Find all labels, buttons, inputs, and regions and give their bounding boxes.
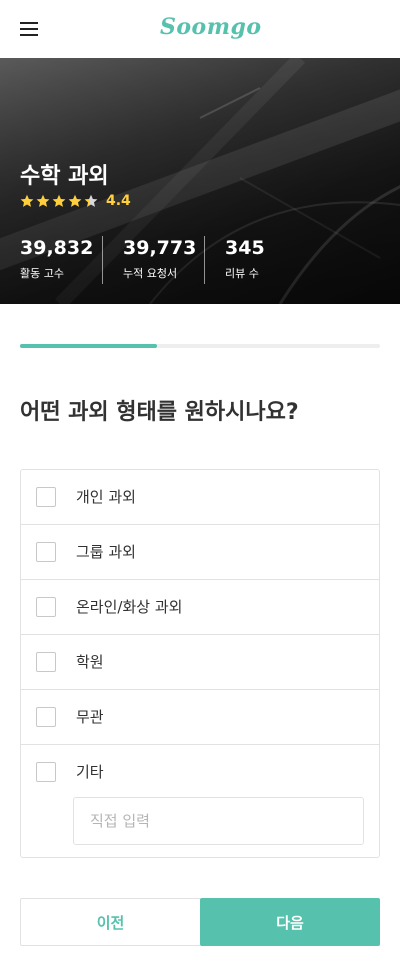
stat-value: 39,773 bbox=[123, 237, 197, 259]
stats-row: 39,832 활동 고수 39,773 누적 요청서 345 리뷰 수 bbox=[20, 236, 284, 284]
checkbox[interactable] bbox=[36, 652, 56, 672]
checkbox[interactable] bbox=[36, 542, 56, 562]
star-icon bbox=[36, 194, 50, 207]
option-list: 개인 과외 그룹 과외 온라인/화상 과외 학원 무관 기타 bbox=[20, 469, 380, 858]
option-no-preference[interactable]: 무관 bbox=[21, 690, 379, 745]
checkbox[interactable] bbox=[36, 762, 56, 782]
soomgo-logo[interactable]: Soomgo bbox=[160, 14, 262, 40]
option-private-tutoring[interactable]: 개인 과외 bbox=[21, 470, 379, 525]
stat-label: 리뷰 수 bbox=[225, 267, 259, 280]
previous-button[interactable]: 이전 bbox=[20, 898, 201, 946]
next-button[interactable]: 다음 bbox=[200, 898, 380, 946]
hero-banner: 수학 과외 4.4 39,832 활동 고수 39,773 누적 요청서 345… bbox=[0, 58, 400, 304]
star-icon bbox=[20, 194, 34, 207]
option-academy[interactable]: 학원 bbox=[21, 635, 379, 690]
option-label: 개인 과외 bbox=[76, 488, 136, 506]
rating-stars bbox=[20, 194, 98, 208]
option-other[interactable]: 기타 bbox=[21, 745, 379, 885]
checkbox[interactable] bbox=[36, 487, 56, 507]
option-label: 그룹 과외 bbox=[76, 543, 136, 561]
stat-active-pros: 39,832 활동 고수 bbox=[20, 236, 102, 284]
stat-value: 345 bbox=[225, 237, 265, 259]
checkbox[interactable] bbox=[36, 597, 56, 617]
question-title: 어떤 과외 형태를 원하시나요? bbox=[20, 400, 299, 425]
star-icon bbox=[84, 194, 98, 207]
checkbox[interactable] bbox=[36, 707, 56, 727]
star-icon bbox=[52, 194, 66, 207]
progress-fill bbox=[20, 344, 157, 348]
rating-value: 4.4 bbox=[106, 193, 131, 209]
option-online-tutoring[interactable]: 온라인/화상 과외 bbox=[21, 580, 379, 635]
stat-value: 39,832 bbox=[20, 237, 94, 259]
stat-total-requests: 39,773 누적 요청서 bbox=[102, 236, 204, 284]
option-label: 기타 bbox=[76, 763, 104, 781]
hamburger-menu-icon[interactable] bbox=[20, 22, 38, 36]
star-icon bbox=[68, 194, 82, 207]
option-label: 온라인/화상 과외 bbox=[76, 598, 183, 616]
top-bar: Soomgo bbox=[0, 0, 400, 58]
progress-bar bbox=[20, 344, 380, 348]
stat-reviews: 345 리뷰 수 bbox=[204, 236, 284, 284]
hero-title: 수학 과외 bbox=[20, 164, 109, 189]
rating: 4.4 bbox=[20, 192, 131, 210]
stat-label: 누적 요청서 bbox=[123, 267, 178, 280]
stat-label: 활동 고수 bbox=[20, 267, 64, 280]
other-text-input[interactable] bbox=[73, 797, 364, 845]
option-label: 무관 bbox=[76, 708, 104, 726]
option-label: 학원 bbox=[76, 653, 104, 671]
option-group-tutoring[interactable]: 그룹 과외 bbox=[21, 525, 379, 580]
